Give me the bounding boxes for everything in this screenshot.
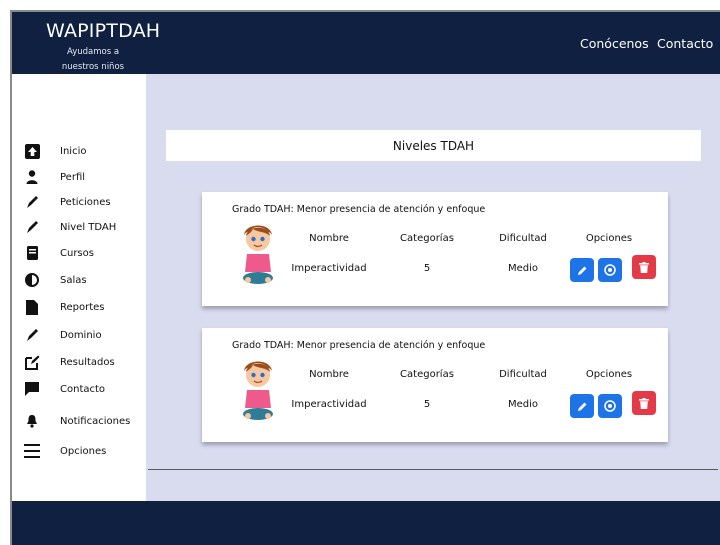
sidebar-item-label: Reportes — [60, 301, 105, 313]
sidebar-item-label: Salas — [60, 274, 87, 286]
book-icon — [24, 245, 40, 261]
sidebar-item-dominio[interactable]: Dominio — [24, 326, 102, 344]
brand-title[interactable]: WAPIPTDAH — [46, 20, 160, 42]
edit-square-icon — [24, 354, 40, 370]
level-card: Grado TDAH: Menor presencia de atención … — [202, 192, 668, 306]
sidebar: Inicio Perfil Peticiones Nivel TDAH Curs… — [12, 74, 146, 501]
value-categorias: 5 — [423, 263, 431, 274]
value-dificultad: Medio — [507, 399, 539, 410]
child-illustration-icon — [243, 225, 273, 284]
sidebar-item-label: Resultados — [60, 356, 115, 368]
footer — [12, 501, 720, 545]
sidebar-item-label: Nivel TDAH — [60, 221, 117, 233]
half-circle-icon — [24, 272, 40, 288]
sidebar-item-opciones[interactable]: Opciones — [24, 442, 106, 460]
sidebar-item-label: Inicio — [60, 145, 87, 157]
sidebar-item-salas[interactable]: Salas — [24, 271, 87, 289]
sidebar-item-label: Cursos — [60, 247, 94, 259]
sidebar-item-label: Notificaciones — [60, 415, 131, 427]
edit-button[interactable] — [570, 258, 594, 282]
child-illustration-icon — [243, 361, 273, 420]
view-button[interactable] — [598, 258, 622, 282]
chat-icon — [24, 381, 40, 397]
pencil-icon — [577, 266, 586, 275]
file-icon — [24, 299, 40, 315]
page-title: Niveles TDAH — [166, 130, 701, 161]
main-content: Niveles TDAH Grado TDAH: Menor presencia… — [146, 74, 720, 501]
sidebar-item-reportes[interactable]: Reportes — [24, 298, 105, 316]
col-header-dificultad: Dificultad — [499, 233, 547, 244]
sidebar-item-label: Opciones — [60, 445, 107, 457]
col-header-nombre: Nombre — [309, 233, 349, 244]
card-heading: Grado TDAH: Menor presencia de atención … — [232, 204, 486, 215]
value-categorias: 5 — [423, 399, 431, 410]
sidebar-item-contacto[interactable]: Contacto — [24, 380, 105, 398]
pen-icon — [24, 194, 40, 210]
value-nombre: Imperactividad — [291, 263, 367, 274]
value-dificultad: Medio — [507, 263, 539, 274]
sidebar-item-label: Peticiones — [60, 196, 111, 208]
delete-button[interactable] — [632, 391, 656, 415]
eye-icon — [604, 264, 616, 276]
col-header-categorias: Categorías — [400, 369, 454, 380]
sidebar-item-inicio[interactable]: Inicio — [24, 142, 86, 160]
trash-icon — [639, 397, 649, 409]
col-header-opciones: Opciones — [585, 369, 633, 380]
user-icon — [24, 169, 40, 185]
sidebar-item-label: Contacto — [60, 383, 106, 395]
col-header-opciones: Opciones — [585, 233, 633, 244]
value-nombre: Imperactividad — [291, 399, 367, 410]
col-header-dificultad: Dificultad — [499, 369, 547, 380]
eye-icon — [604, 400, 616, 412]
col-header-categorias: Categorías — [400, 233, 454, 244]
sidebar-item-peticiones[interactable]: Peticiones — [24, 193, 111, 211]
sidebar-item-label: Perfil — [60, 171, 86, 183]
level-card: Grado TDAH: Menor presencia de atención … — [202, 328, 668, 442]
sidebar-item-notificaciones[interactable]: Notificaciones — [24, 412, 130, 430]
pen-icon — [24, 327, 40, 343]
sidebar-item-label: Dominio — [60, 329, 102, 341]
trash-icon — [639, 261, 649, 273]
delete-button[interactable] — [632, 255, 656, 279]
bell-icon — [24, 413, 40, 429]
menu-icon — [24, 443, 40, 459]
card-heading: Grado TDAH: Menor presencia de atención … — [232, 340, 486, 351]
nav-link-conocenos[interactable]: Conócenos — [580, 36, 649, 51]
col-header-nombre: Nombre — [309, 369, 349, 380]
pen-icon — [24, 219, 40, 235]
sidebar-item-cursos[interactable]: Cursos — [24, 244, 94, 262]
view-button[interactable] — [598, 394, 622, 418]
home-icon — [24, 143, 40, 159]
edit-button[interactable] — [570, 394, 594, 418]
nav-link-contacto[interactable]: Contacto — [657, 36, 713, 51]
sidebar-item-perfil[interactable]: Perfil — [24, 168, 85, 186]
content-divider — [148, 469, 718, 470]
top-navbar: WAPIPTDAH Ayudamos a nuestros niños Conó… — [12, 12, 720, 74]
sidebar-item-nivel-tdah[interactable]: Nivel TDAH — [24, 218, 116, 236]
app-frame: WAPIPTDAH Ayudamos a nuestros niños Conó… — [10, 10, 720, 545]
brand-tagline: Ayudamos a nuestros niños — [61, 47, 125, 72]
sidebar-item-resultados[interactable]: Resultados — [24, 353, 115, 371]
pencil-icon — [577, 402, 586, 411]
